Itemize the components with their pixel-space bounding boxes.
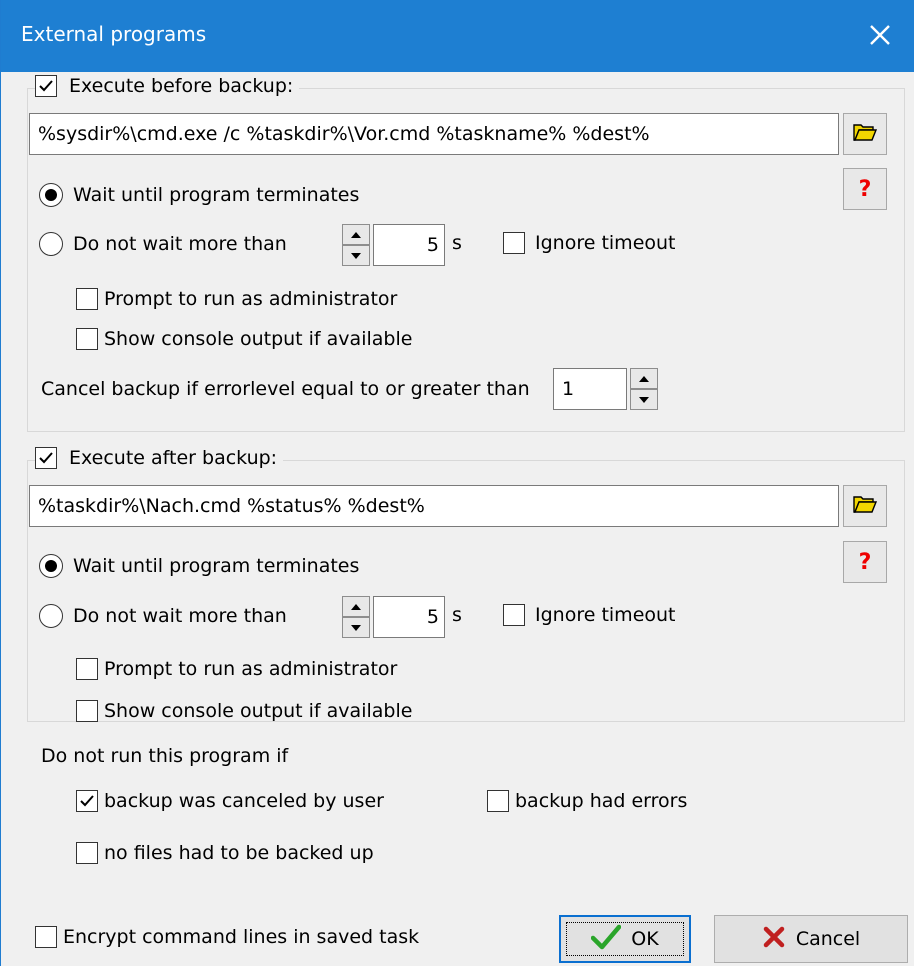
canceled-by-user-checkbox[interactable] (76, 790, 98, 812)
before-do-not-wait-radio[interactable] (39, 232, 63, 256)
after-seconds-spinner[interactable] (342, 596, 370, 638)
before-backup-checkbox[interactable] (35, 75, 57, 97)
close-icon[interactable] (861, 16, 899, 54)
before-seconds-unit: s (452, 232, 462, 254)
before-wait-until-label: Wait until program terminates (73, 184, 360, 206)
after-browse-button[interactable] (843, 485, 887, 527)
after-ignore-timeout-label: Ignore timeout (535, 604, 676, 626)
spin-down-icon[interactable] (342, 617, 370, 638)
encrypt-option[interactable]: Encrypt command lines in saved task (35, 926, 419, 948)
help-icon: ? (858, 176, 872, 202)
after-command-input[interactable]: %taskdir%\Nach.cmd %status% %dest% (29, 485, 839, 527)
had-errors-label: backup had errors (515, 790, 688, 812)
canceled-by-user-option[interactable]: backup was canceled by user (76, 790, 384, 812)
folder-open-icon (853, 494, 878, 519)
title-bar: External programs (1, 0, 914, 72)
after-backup-label: Execute after backup: (69, 447, 278, 469)
after-show-console-label: Show console output if available (104, 700, 413, 722)
before-seconds-spinner[interactable] (342, 224, 370, 266)
cancel-x-icon (762, 925, 786, 954)
after-show-console-checkbox[interactable] (76, 700, 98, 722)
before-ignore-timeout-option[interactable]: Ignore timeout (503, 232, 676, 254)
before-help-button[interactable]: ? (843, 168, 887, 210)
after-do-not-wait-option[interactable]: Do not wait more than (39, 604, 287, 628)
before-command-value: %sysdir%\cmd.exe /c %taskdir%\Vor.cmd %t… (38, 123, 650, 145)
before-show-console-option[interactable]: Show console output if available (76, 328, 412, 350)
after-command-value: %taskdir%\Nach.cmd %status% %dest% (38, 495, 425, 517)
before-cancel-errorlevel-label: Cancel backup if errorlevel equal to or … (41, 378, 530, 400)
do-not-run-label: Do not run this program if (41, 745, 289, 767)
window-title: External programs (21, 22, 207, 46)
after-prompt-admin-option[interactable]: Prompt to run as administrator (76, 658, 397, 680)
after-backup-checkbox[interactable] (35, 447, 57, 469)
after-ignore-timeout-checkbox[interactable] (503, 604, 525, 626)
spin-up-icon[interactable] (342, 224, 370, 245)
after-prompt-admin-label: Prompt to run as administrator (104, 658, 398, 680)
ok-button[interactable]: OK (559, 915, 691, 963)
spin-down-icon[interactable] (630, 389, 658, 410)
canceled-by-user-label: backup was canceled by user (104, 790, 384, 812)
had-errors-option[interactable]: backup had errors (487, 790, 687, 812)
before-wait-until-radio[interactable] (39, 183, 63, 207)
spin-down-icon[interactable] (342, 245, 370, 266)
before-prompt-admin-option[interactable]: Prompt to run as administrator (76, 288, 397, 310)
after-seconds-unit: s (452, 604, 462, 626)
dialog-window: External programs Execute before backup:… (0, 0, 914, 966)
after-do-not-wait-radio[interactable] (39, 604, 63, 628)
before-show-console-checkbox[interactable] (76, 328, 98, 350)
before-backup-label: Execute before backup: (69, 75, 294, 97)
after-seconds-value: 5 (426, 606, 439, 628)
spin-up-icon[interactable] (630, 368, 658, 389)
before-seconds-value: 5 (426, 234, 439, 256)
after-wait-until-option[interactable]: Wait until program terminates (39, 554, 359, 578)
after-help-button[interactable]: ? (843, 541, 887, 583)
help-icon: ? (858, 549, 872, 575)
before-errorlevel-value: 1 (562, 378, 575, 400)
before-prompt-admin-label: Prompt to run as administrator (104, 288, 398, 310)
no-files-option[interactable]: no files had to be backed up (76, 842, 374, 864)
after-seconds-field[interactable]: 5 (373, 596, 445, 638)
before-wait-until-option[interactable]: Wait until program terminates (39, 183, 359, 207)
cancel-label: Cancel (795, 928, 861, 950)
before-browse-button[interactable] (843, 113, 887, 155)
encrypt-label: Encrypt command lines in saved task (63, 926, 420, 948)
before-command-input[interactable]: %sysdir%\cmd.exe /c %taskdir%\Vor.cmd %t… (29, 113, 839, 155)
before-seconds-field[interactable]: 5 (373, 224, 445, 266)
no-files-label: no files had to be backed up (104, 842, 374, 864)
before-backup-legend[interactable]: Execute before backup: (35, 75, 300, 97)
before-ignore-timeout-label: Ignore timeout (535, 232, 676, 254)
before-errorlevel-spinner[interactable] (630, 368, 658, 410)
after-ignore-timeout-option[interactable]: Ignore timeout (503, 604, 676, 626)
after-show-console-option[interactable]: Show console output if available (76, 700, 412, 722)
before-show-console-label: Show console output if available (104, 328, 413, 350)
after-wait-until-radio[interactable] (39, 554, 63, 578)
no-files-checkbox[interactable] (76, 842, 98, 864)
had-errors-checkbox[interactable] (487, 790, 509, 812)
spin-up-icon[interactable] (342, 596, 370, 617)
before-errorlevel-field[interactable]: 1 (553, 368, 627, 410)
before-do-not-wait-option[interactable]: Do not wait more than (39, 232, 287, 256)
before-do-not-wait-label: Do not wait more than (73, 233, 287, 255)
before-prompt-admin-checkbox[interactable] (76, 288, 98, 310)
before-ignore-timeout-checkbox[interactable] (503, 232, 525, 254)
cancel-button[interactable]: Cancel (714, 915, 908, 963)
encrypt-checkbox[interactable] (35, 926, 57, 948)
after-prompt-admin-checkbox[interactable] (76, 658, 98, 680)
folder-open-icon (853, 122, 878, 147)
after-backup-legend[interactable]: Execute after backup: (35, 447, 284, 469)
after-do-not-wait-label: Do not wait more than (73, 605, 287, 627)
after-wait-until-label: Wait until program terminates (73, 555, 360, 577)
